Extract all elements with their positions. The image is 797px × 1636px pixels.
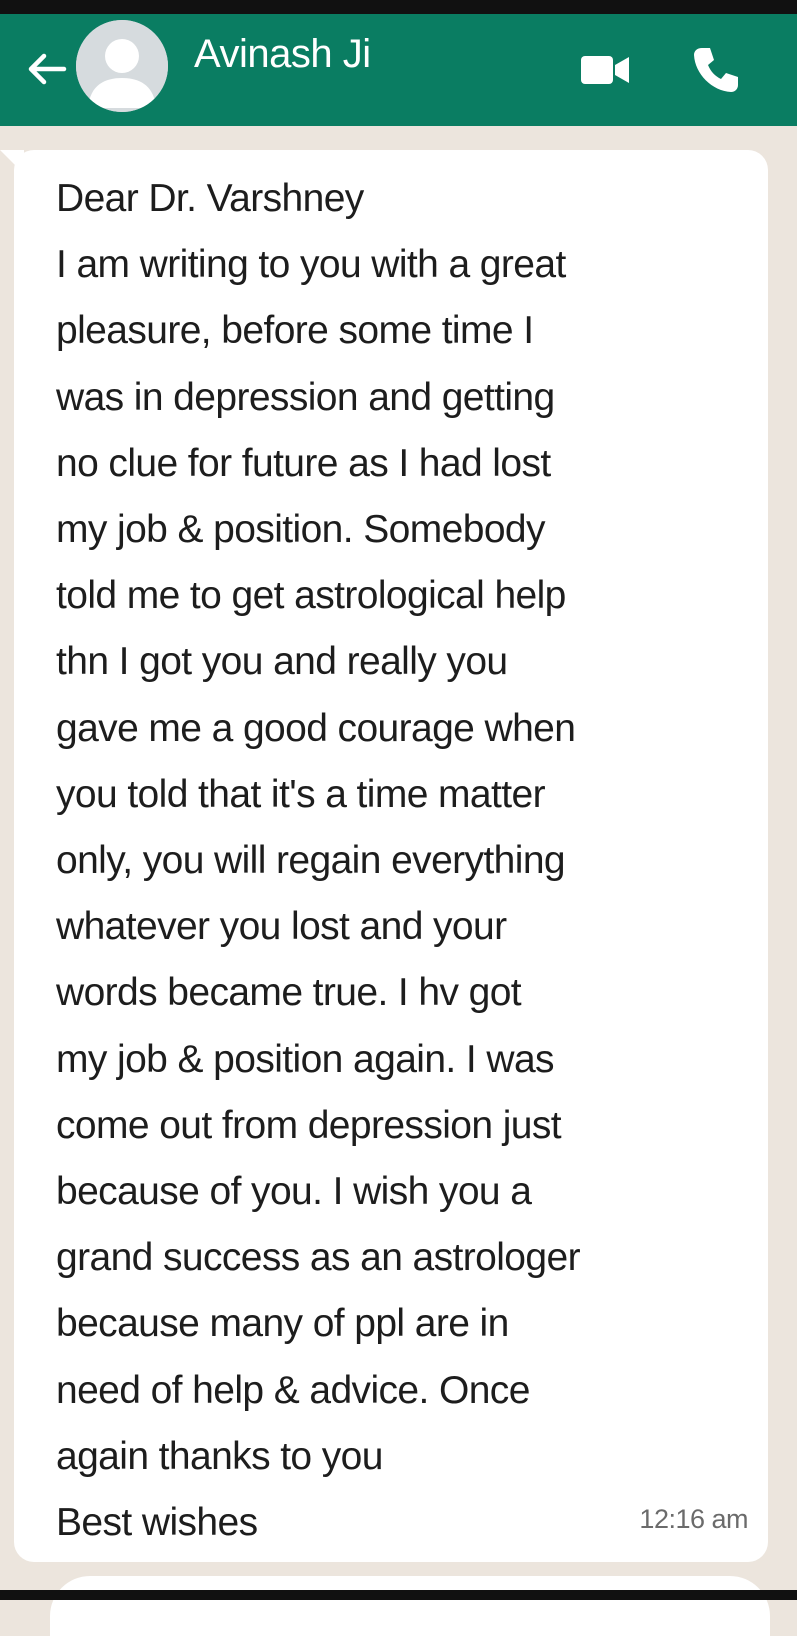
message-line: need of help & advice. Once	[56, 1368, 530, 1412]
arrow-left-icon	[28, 53, 67, 85]
message-line: pleasure, before some time I	[56, 309, 534, 353]
message-line: grand success as an astrologer	[56, 1236, 581, 1280]
message-line: was in depression and getting	[56, 375, 555, 419]
message-line: whatever you lost and your	[56, 905, 507, 949]
message-timestamp: 12:16 am	[639, 1504, 748, 1534]
contact-name[interactable]: Avinash Ji	[194, 32, 371, 77]
status-bar	[0, 0, 797, 14]
message-line: because many of ppl are in	[56, 1302, 509, 1346]
chat-header: Avinash Ji	[0, 14, 797, 126]
chat-area[interactable]: Dear Dr. Varshney I am writing to you wi…	[0, 126, 797, 1636]
message-line: I am writing to you with a great	[56, 243, 566, 287]
avatar[interactable]	[76, 20, 168, 112]
message-line: only, you will regain everything	[56, 839, 566, 883]
message-text: Dear Dr. Varshney I am writing to you wi…	[56, 166, 756, 1556]
message-line: you told that it's a time matter	[56, 772, 546, 816]
message-line: words became true. I hv got	[56, 971, 522, 1015]
video-call-button[interactable]	[579, 50, 631, 90]
message-line: because of you. I wish you a	[56, 1170, 532, 1214]
voice-call-button[interactable]	[690, 44, 742, 96]
back-button[interactable]	[24, 46, 70, 92]
video-camera-icon	[581, 56, 629, 84]
message-line: told me to get astrological help	[56, 574, 566, 618]
message-line: come out from depression just	[56, 1103, 562, 1147]
message-line: thn I got you and really you	[56, 640, 508, 684]
phone-icon	[694, 48, 738, 92]
next-message-bubble[interactable]	[50, 1576, 770, 1636]
default-avatar-icon	[76, 20, 168, 112]
message-bubble[interactable]: Dear Dr. Varshney I am writing to you wi…	[14, 150, 768, 1562]
message-line: Dear Dr. Varshney	[56, 177, 364, 220]
message-line: no clue for future as I had lost	[56, 441, 551, 485]
message-line: again thanks to you	[56, 1434, 383, 1478]
message-line: my job & position again. I was	[56, 1037, 555, 1081]
bottom-bar	[0, 1590, 797, 1600]
message-line: gave me a good courage when	[56, 706, 576, 750]
message-line: my job & position. Somebody	[56, 508, 546, 552]
